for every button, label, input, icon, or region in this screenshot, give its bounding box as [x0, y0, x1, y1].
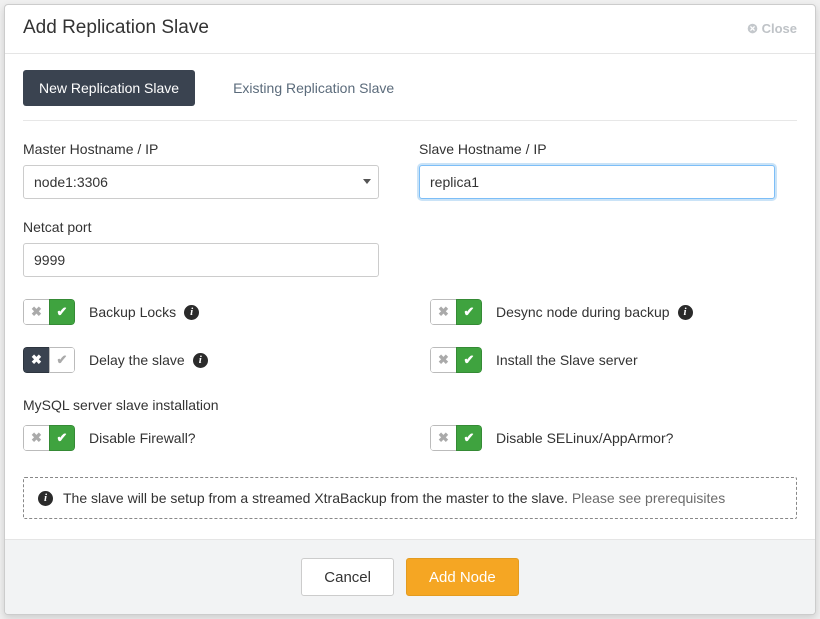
toggle-off-icon: ✖ [23, 347, 49, 373]
disable-firewall-toggle[interactable]: ✖ ✔ [23, 425, 75, 451]
master-col: Master Hostname / IP node1:3306 [23, 141, 379, 199]
close-icon [747, 23, 758, 34]
close-label: Close [762, 21, 797, 36]
install-slave-toggle[interactable]: ✖ ✔ [430, 347, 482, 373]
master-hostname-label: Master Hostname / IP [23, 141, 379, 157]
toggle-off-icon: ✖ [430, 425, 456, 451]
add-replication-slave-modal: Add Replication Slave Close New Replicat… [4, 4, 816, 615]
tabs: New Replication Slave Existing Replicati… [23, 54, 797, 121]
toggle-off-icon: ✖ [430, 347, 456, 373]
toggle-on-icon: ✔ [456, 425, 482, 451]
delay-slave-label: Delay the slave [89, 352, 185, 368]
master-hostname-select[interactable]: node1:3306 [23, 165, 379, 199]
hostname-row: Master Hostname / IP node1:3306 Slave Ho… [23, 141, 797, 199]
tab-new-replication-slave[interactable]: New Replication Slave [23, 70, 195, 106]
prerequisites-link[interactable]: Please see prerequisites [572, 490, 725, 506]
close-button[interactable]: Close [747, 21, 797, 36]
desync-label: Desync node during backup [496, 304, 670, 320]
toggle-off-icon: ✖ [23, 299, 49, 325]
info-icon[interactable]: i [678, 305, 693, 320]
disable-firewall-label: Disable Firewall? [89, 430, 196, 446]
delay-slave-toggle[interactable]: ✖ ✔ [23, 347, 75, 373]
netcat-col: Netcat port [23, 219, 379, 277]
netcat-port-label: Netcat port [23, 219, 379, 235]
toggle-row-2: ✖ ✔ Delay the slave i ✖ ✔ Install the Sl… [23, 347, 797, 373]
cancel-button[interactable]: Cancel [301, 558, 394, 596]
toggle-off-icon: ✖ [430, 299, 456, 325]
slave-hostname-input[interactable] [419, 165, 775, 199]
modal-footer: Cancel Add Node [5, 539, 815, 614]
backup-locks-label: Backup Locks [89, 304, 176, 320]
netcat-row: Netcat port [23, 219, 797, 277]
prerequisites-notice: i The slave will be setup from a streame… [23, 477, 797, 519]
backup-locks-toggle[interactable]: ✖ ✔ [23, 299, 75, 325]
modal-body: New Replication Slave Existing Replicati… [5, 54, 815, 539]
tab-existing-replication-slave[interactable]: Existing Replication Slave [217, 70, 410, 106]
slave-hostname-label: Slave Hostname / IP [419, 141, 775, 157]
toggle-row-1: ✖ ✔ Backup Locks i ✖ ✔ Desync node durin… [23, 299, 797, 325]
info-icon[interactable]: i [193, 353, 208, 368]
toggle-off-icon: ✖ [23, 425, 49, 451]
netcat-port-input[interactable] [23, 243, 379, 277]
info-icon[interactable]: i [184, 305, 199, 320]
mysql-section-title: MySQL server slave installation [23, 397, 797, 413]
toggle-on-icon: ✔ [456, 299, 482, 325]
slave-col: Slave Hostname / IP [419, 141, 775, 199]
toggle-on-icon: ✔ [49, 347, 75, 373]
notice-text: The slave will be setup from a streamed … [63, 490, 568, 506]
disable-selinux-label: Disable SELinux/AppArmor? [496, 430, 673, 446]
toggle-on-icon: ✔ [49, 299, 75, 325]
toggle-row-3: ✖ ✔ Disable Firewall? ✖ ✔ Disable SELinu… [23, 425, 797, 451]
modal-title: Add Replication Slave [23, 17, 209, 39]
add-node-button[interactable]: Add Node [406, 558, 519, 596]
toggle-on-icon: ✔ [49, 425, 75, 451]
disable-selinux-toggle[interactable]: ✖ ✔ [430, 425, 482, 451]
install-slave-label: Install the Slave server [496, 352, 638, 368]
toggle-on-icon: ✔ [456, 347, 482, 373]
desync-toggle[interactable]: ✖ ✔ [430, 299, 482, 325]
info-icon: i [38, 491, 53, 506]
modal-header: Add Replication Slave Close [5, 5, 815, 54]
